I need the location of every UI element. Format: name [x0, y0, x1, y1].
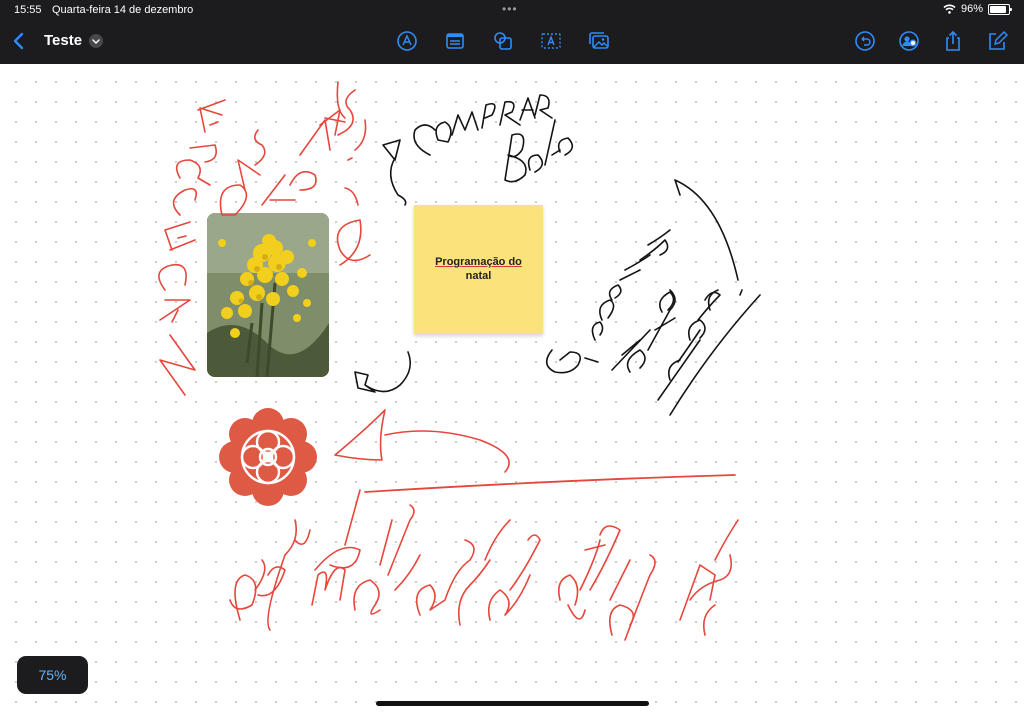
ink-escrever-textos-lindos: [545, 179, 761, 416]
home-indicator: [376, 701, 649, 706]
zoom-level-text: 75%: [38, 667, 67, 683]
ink-nao-esqueca-das-flores: [158, 81, 371, 396]
ink-curved-arrow: [354, 351, 411, 393]
ink-underline: [364, 474, 736, 493]
red-flower-shape: [219, 408, 317, 506]
handwriting-layer: [158, 81, 761, 641]
ink-arrow-to-flower: [334, 409, 510, 473]
ink-comprar-bolo: [382, 94, 574, 206]
zoom-level-button[interactable]: 75%: [17, 656, 88, 694]
ink-para-nao-dizer: [229, 489, 739, 641]
